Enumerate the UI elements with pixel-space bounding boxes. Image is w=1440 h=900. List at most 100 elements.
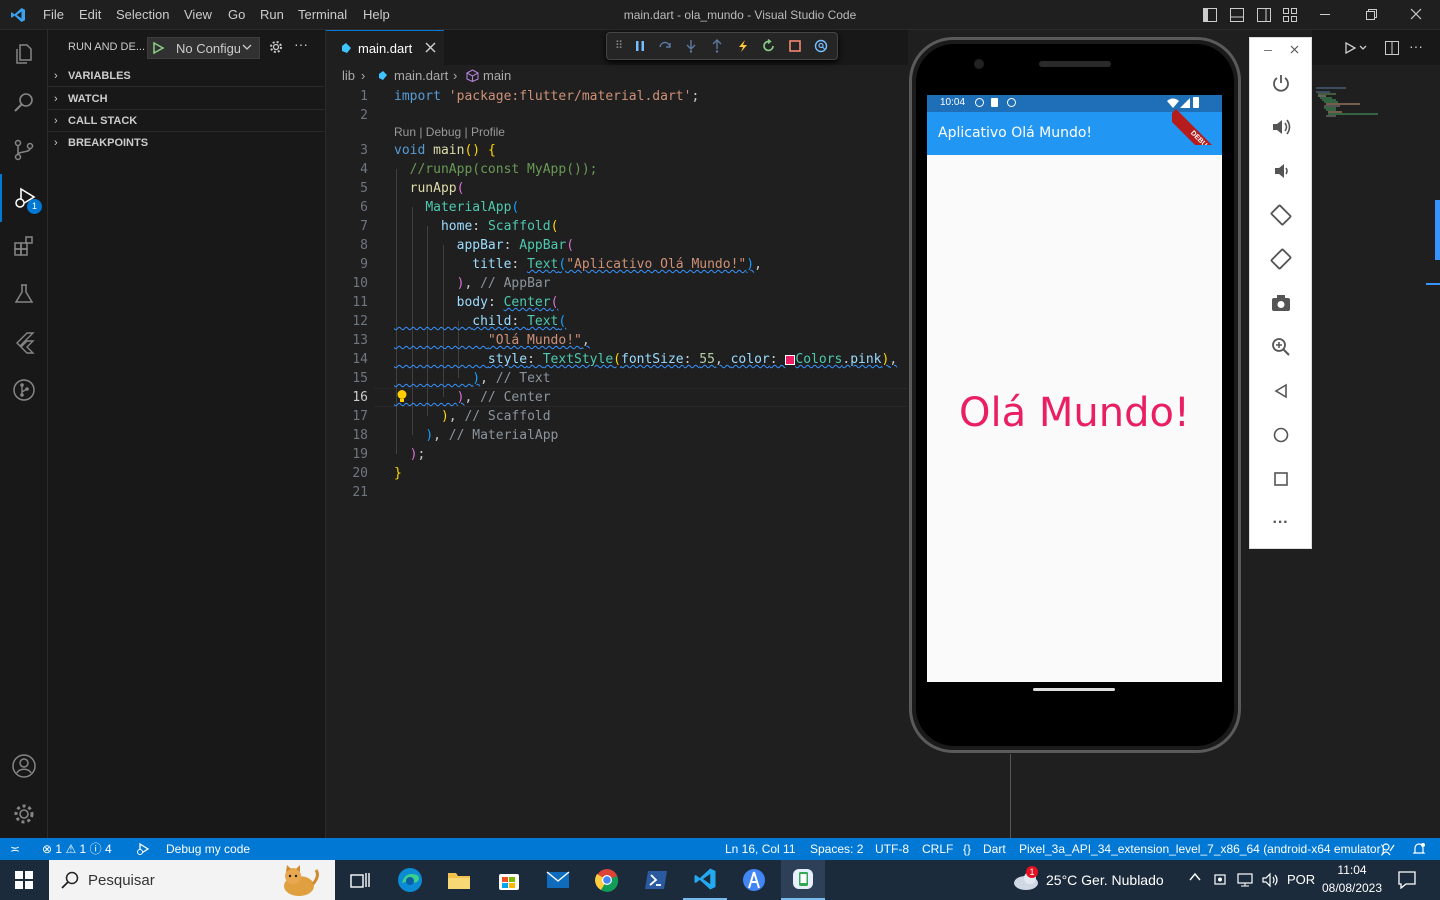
chrome-icon[interactable] <box>585 860 629 900</box>
vscode-taskbar-icon[interactable] <box>683 860 727 900</box>
restart-icon[interactable] <box>762 39 776 53</box>
rotate-right-icon[interactable] <box>1250 244 1311 274</box>
show-hidden-icons-chevron-up-icon[interactable] <box>1189 872 1201 882</box>
menu-terminal[interactable]: Terminal <box>298 0 347 30</box>
hot-reload-icon[interactable] <box>736 39 750 53</box>
git-graph-icon[interactable] <box>0 366 48 414</box>
minimize-button[interactable] <box>1320 14 1330 15</box>
run-debug-icon[interactable]: 1 <box>0 174 48 222</box>
step-out-icon[interactable] <box>710 39 724 53</box>
screenshot-camera-icon[interactable] <box>1250 288 1311 318</box>
clock-time[interactable]: 11:04 <box>1322 863 1382 877</box>
toggle-sidebar-icon[interactable] <box>1203 8 1217 22</box>
menu-selection[interactable]: Selection <box>116 0 169 30</box>
edge-browser-icon[interactable] <box>388 860 432 900</box>
encoding[interactable]: UTF-8 <box>875 838 909 860</box>
rotate-left-icon[interactable] <box>1250 200 1311 230</box>
split-editor-icon[interactable] <box>1385 41 1399 55</box>
volume-down-icon[interactable] <box>1250 156 1311 186</box>
pause-icon[interactable] <box>634 39 646 53</box>
notification-center-icon[interactable] <box>1398 871 1416 889</box>
accounts-icon[interactable] <box>0 742 48 790</box>
toggle-secondary-sidebar-icon[interactable] <box>1257 8 1271 22</box>
flutter-icon[interactable] <box>0 318 48 366</box>
menu-view[interactable]: View <box>184 0 212 30</box>
problems-indicator[interactable]: ⊗ 1 ⚠ 1 ⓘ 4 <box>42 838 112 860</box>
menu-run[interactable]: Run <box>260 0 284 30</box>
weather-text[interactable]: 25°C Ger. Nublado <box>1046 872 1164 888</box>
stop-icon[interactable] <box>788 39 802 53</box>
search-icon[interactable] <box>0 78 48 126</box>
explorer-icon[interactable] <box>0 30 48 78</box>
close-tab-icon[interactable] <box>425 42 436 53</box>
start-debugging-icon[interactable] <box>151 41 165 55</box>
indentation[interactable]: Spaces: 2 <box>810 838 863 860</box>
minimap[interactable] <box>1316 86 1386 120</box>
home-circle-icon[interactable] <box>1250 420 1311 450</box>
taskbar-search-box[interactable]: Pesquisar <box>49 860 335 900</box>
line-ending[interactable]: CRLF <box>922 838 953 860</box>
volume-icon[interactable] <box>1261 872 1279 888</box>
back-triangle-icon[interactable] <box>1250 376 1311 406</box>
remote-icon[interactable]: ≍ <box>10 838 20 860</box>
step-over-icon[interactable] <box>658 39 672 53</box>
zoom-icon[interactable] <box>1250 332 1311 362</box>
more-actions-icon[interactable]: ··· <box>1409 38 1423 54</box>
customize-layout-icon[interactable] <box>1283 8 1297 22</box>
overview-square-icon[interactable] <box>1250 464 1311 494</box>
app-screen[interactable] <box>927 95 1222 682</box>
tab-main-dart[interactable]: main.dart <box>326 30 444 65</box>
file-explorer-icon[interactable] <box>437 860 481 900</box>
close-window-button[interactable] <box>1410 8 1422 20</box>
toggle-panel-icon[interactable] <box>1230 8 1244 22</box>
menu-go[interactable]: Go <box>228 0 245 30</box>
input-language[interactable]: POR <box>1287 872 1315 887</box>
section-breakpoints[interactable]: › BREAKPOINTS <box>48 132 324 154</box>
power-icon[interactable] <box>1250 68 1311 98</box>
more-actions-icon[interactable]: ··· <box>294 36 308 52</box>
network-icon[interactable] <box>1237 872 1255 888</box>
debug-config-status[interactable]: Debug my code <box>166 838 250 860</box>
code-editor[interactable]: 1 2 3 4 5 6 7 8 9 10 11 12 13 14 15 16 1… <box>326 87 908 838</box>
meet-now-icon[interactable] <box>1213 872 1229 888</box>
language-mode[interactable]: Dart <box>983 838 1006 860</box>
powershell-icon[interactable] <box>634 860 678 900</box>
menu-file[interactable]: File <box>43 0 64 30</box>
source-control-icon[interactable] <box>0 126 48 174</box>
target-device[interactable]: Pixel_3a_API_34_extension_level_7_x86_64… <box>1019 838 1385 860</box>
clock-date[interactable]: 08/08/2023 <box>1318 881 1386 895</box>
debug-config-select[interactable]: No Configu <box>147 37 260 59</box>
android-home-indicator[interactable] <box>1033 688 1115 691</box>
volume-up-icon[interactable] <box>1250 112 1311 142</box>
emulator-minimize-button[interactable] <box>1264 50 1272 51</box>
testing-flask-icon[interactable] <box>0 270 48 318</box>
microsoft-store-icon[interactable] <box>487 860 531 900</box>
section-watch[interactable]: › WATCH <box>48 88 324 110</box>
breadcrumb-symbol[interactable]: main <box>483 68 511 83</box>
windows-start-icon[interactable] <box>2 860 46 900</box>
section-variables[interactable]: › VARIABLES <box>48 65 324 87</box>
android-studio-icon[interactable] <box>732 860 776 900</box>
menu-help[interactable]: Help <box>363 0 390 30</box>
breadcrumb-file[interactable]: main.dart <box>394 68 448 83</box>
run-debug-split-icon[interactable] <box>1344 41 1368 55</box>
color-swatch[interactable] <box>785 354 796 365</box>
debug-settings-gear-icon[interactable] <box>269 40 283 54</box>
more-options-icon[interactable]: ··· <box>1250 508 1311 538</box>
section-call-stack[interactable]: › CALL STACK <box>48 110 324 132</box>
breadcrumb-folder[interactable]: lib <box>342 68 355 83</box>
emulator-taskbar-icon[interactable] <box>781 860 825 900</box>
menu-edit[interactable]: Edit <box>79 0 101 30</box>
manage-gear-icon[interactable] <box>0 790 48 838</box>
lightbulb-icon[interactable] <box>396 389 408 404</box>
drag-handle-icon[interactable]: ⠿ <box>615 39 623 52</box>
mail-icon[interactable] <box>536 860 580 900</box>
step-into-icon[interactable] <box>684 39 698 53</box>
restore-button[interactable] <box>1366 9 1377 20</box>
extensions-icon[interactable] <box>0 222 48 270</box>
devtools-search-icon[interactable] <box>814 39 828 53</box>
emulator-close-button[interactable] <box>1290 45 1299 54</box>
cursor-position[interactable]: Ln 16, Col 11 <box>725 838 796 860</box>
codelens-run-debug-profile[interactable]: Run | Debug | Profile <box>394 125 505 139</box>
task-view-icon[interactable] <box>338 860 382 900</box>
